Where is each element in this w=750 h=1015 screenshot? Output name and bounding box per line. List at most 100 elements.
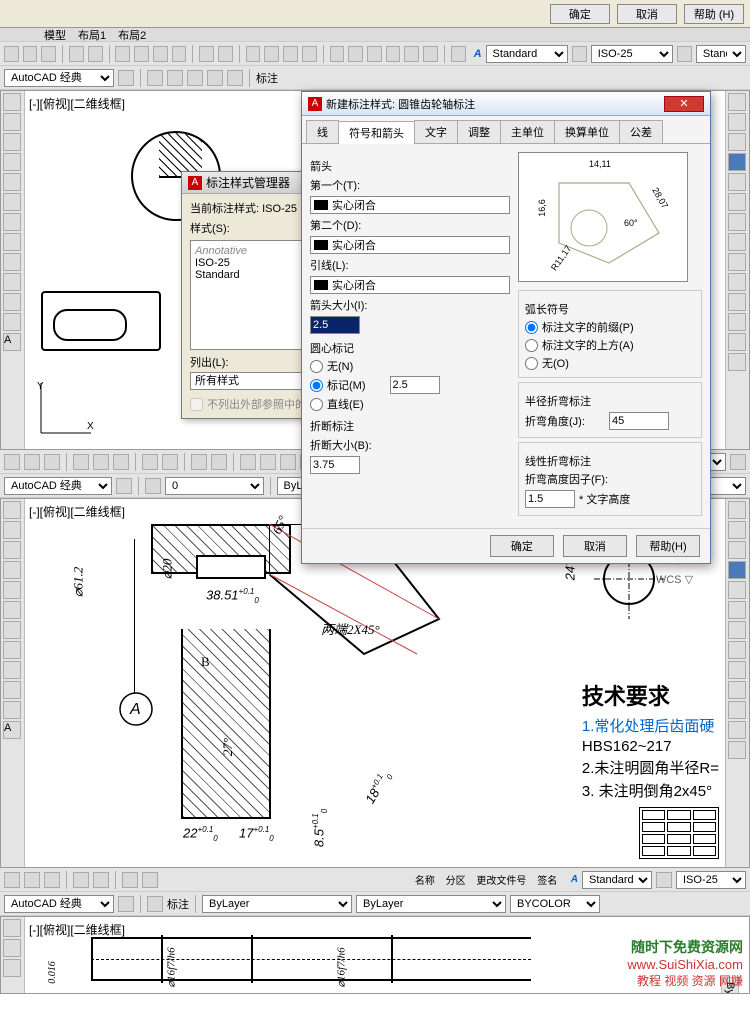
close-icon[interactable]: ✕ xyxy=(664,96,704,112)
region-icon[interactable] xyxy=(3,661,21,679)
cut-icon[interactable] xyxy=(73,454,89,470)
first-arrow-combo[interactable]: 实心闭合 xyxy=(310,196,510,214)
explode-icon[interactable] xyxy=(728,741,746,759)
stretch-icon[interactable] xyxy=(728,253,746,271)
textstyle-combo[interactable]: Standard xyxy=(486,45,568,63)
tab-lines[interactable]: 线 xyxy=(306,120,339,143)
erase-icon[interactable] xyxy=(728,93,746,111)
tab-alternate[interactable]: 换算单位 xyxy=(554,120,620,143)
tp-icon[interactable] xyxy=(280,454,296,470)
open-icon[interactable] xyxy=(23,46,38,62)
color-combo[interactable]: ByLayer xyxy=(202,895,352,913)
copy-icon[interactable] xyxy=(134,46,149,62)
markup-icon[interactable] xyxy=(404,46,419,62)
block-icon[interactable] xyxy=(3,253,21,271)
anno-icon[interactable] xyxy=(147,896,163,912)
cut-icon[interactable] xyxy=(73,872,89,888)
textstyle-a-icon[interactable]: A xyxy=(474,48,482,60)
zoom-prev-icon[interactable] xyxy=(302,46,317,62)
arc-icon[interactable] xyxy=(3,153,21,171)
layer-icon[interactable] xyxy=(145,478,161,494)
hatch-icon[interactable] xyxy=(3,621,21,639)
region-icon[interactable] xyxy=(3,313,21,331)
jog-height-spinner[interactable] xyxy=(525,490,575,508)
second-arrow-combo[interactable]: 实心闭合 xyxy=(310,236,510,254)
save-icon[interactable] xyxy=(44,454,60,470)
tab-symbols[interactable]: 符号和箭头 xyxy=(338,121,415,144)
top-ok-button[interactable]: 确定 xyxy=(550,4,610,24)
center-none-radio[interactable] xyxy=(310,360,323,373)
cut-icon[interactable] xyxy=(115,46,130,62)
zoom-window-icon[interactable] xyxy=(283,46,298,62)
circle-icon[interactable] xyxy=(3,133,21,151)
props-icon[interactable] xyxy=(240,454,256,470)
style-item[interactable]: Annotative xyxy=(195,245,247,257)
save-icon[interactable] xyxy=(41,46,56,62)
pline-icon[interactable] xyxy=(3,521,21,539)
top-help-button[interactable]: 帮助 (H) xyxy=(684,4,744,24)
center-mark-radio[interactable] xyxy=(310,379,323,392)
mtext-icon[interactable]: A xyxy=(3,333,21,351)
extend-icon[interactable] xyxy=(728,681,746,699)
break-size-spinner[interactable] xyxy=(310,456,360,474)
offset-icon[interactable] xyxy=(728,153,746,171)
dim5-icon[interactable] xyxy=(227,70,243,86)
undo-icon[interactable] xyxy=(142,454,158,470)
layout2-tab[interactable]: 布局2 xyxy=(118,28,146,42)
text-icon[interactable] xyxy=(3,293,21,311)
workspace-combo[interactable]: AutoCAD 经典 xyxy=(4,69,114,87)
rotate-icon[interactable] xyxy=(728,213,746,231)
circle-icon[interactable] xyxy=(3,959,21,977)
break-icon[interactable] xyxy=(728,313,746,331)
cancel-button[interactable]: 取消 xyxy=(563,535,627,557)
workspace-combo[interactable]: AutoCAD 经典 xyxy=(4,477,112,495)
dimstyle-icon[interactable] xyxy=(656,872,672,888)
new-icon[interactable] xyxy=(4,872,20,888)
fillet-icon[interactable] xyxy=(728,333,746,351)
open-icon[interactable] xyxy=(24,872,40,888)
new-icon[interactable] xyxy=(4,454,20,470)
arc-none-radio[interactable] xyxy=(525,357,538,370)
gear-icon[interactable] xyxy=(118,896,134,912)
rect-icon[interactable] xyxy=(3,173,21,191)
leader-combo[interactable]: 实心闭合 xyxy=(310,276,510,294)
rotate-icon[interactable] xyxy=(728,621,746,639)
mirror-icon[interactable] xyxy=(728,133,746,151)
line-icon[interactable] xyxy=(3,501,21,519)
gear-icon[interactable] xyxy=(116,478,132,494)
help-button[interactable]: 帮助(H) xyxy=(636,535,700,557)
redo-icon[interactable] xyxy=(142,872,158,888)
undo-icon[interactable] xyxy=(199,46,214,62)
move-icon[interactable] xyxy=(728,601,746,619)
ltype-combo[interactable]: ByLayer xyxy=(356,895,506,913)
explode-icon[interactable] xyxy=(728,353,746,371)
new-icon[interactable] xyxy=(4,46,19,62)
sheet-icon[interactable] xyxy=(386,46,401,62)
center-line-radio[interactable] xyxy=(310,398,323,411)
arrow-size-spinner[interactable] xyxy=(310,316,360,334)
dim2-icon[interactable] xyxy=(167,70,183,86)
tab-tolerance[interactable]: 公差 xyxy=(619,120,663,143)
trim-icon[interactable] xyxy=(728,273,746,291)
workspace-combo[interactable]: AutoCAD 经典 xyxy=(4,895,114,913)
arc-icon[interactable] xyxy=(3,561,21,579)
line-icon[interactable] xyxy=(3,93,21,111)
tablestyle-icon[interactable] xyxy=(677,46,692,62)
textstyle-a-icon[interactable]: A xyxy=(571,874,578,885)
tab-text[interactable]: 文字 xyxy=(414,120,458,143)
dialog-titlebar[interactable]: A 新建标注样式: 圆锥齿轮轴标注 ✕ xyxy=(302,92,710,116)
scale-icon[interactable] xyxy=(728,233,746,251)
trim-icon[interactable] xyxy=(728,661,746,679)
zoom-icon[interactable] xyxy=(211,454,227,470)
match-icon[interactable] xyxy=(172,46,187,62)
tab-primary[interactable]: 主单位 xyxy=(500,120,555,143)
dimstyle-icon[interactable] xyxy=(572,46,587,62)
array-icon[interactable] xyxy=(728,581,746,599)
line-icon[interactable] xyxy=(3,919,21,937)
preview-icon[interactable] xyxy=(88,46,103,62)
dc-icon[interactable] xyxy=(348,46,363,62)
model-tab[interactable]: 模型 xyxy=(44,28,66,42)
viewport-label[interactable]: [-][俯视][二维线框] xyxy=(29,95,125,112)
scale-icon[interactable] xyxy=(728,641,746,659)
ellipse-icon[interactable] xyxy=(3,193,21,211)
